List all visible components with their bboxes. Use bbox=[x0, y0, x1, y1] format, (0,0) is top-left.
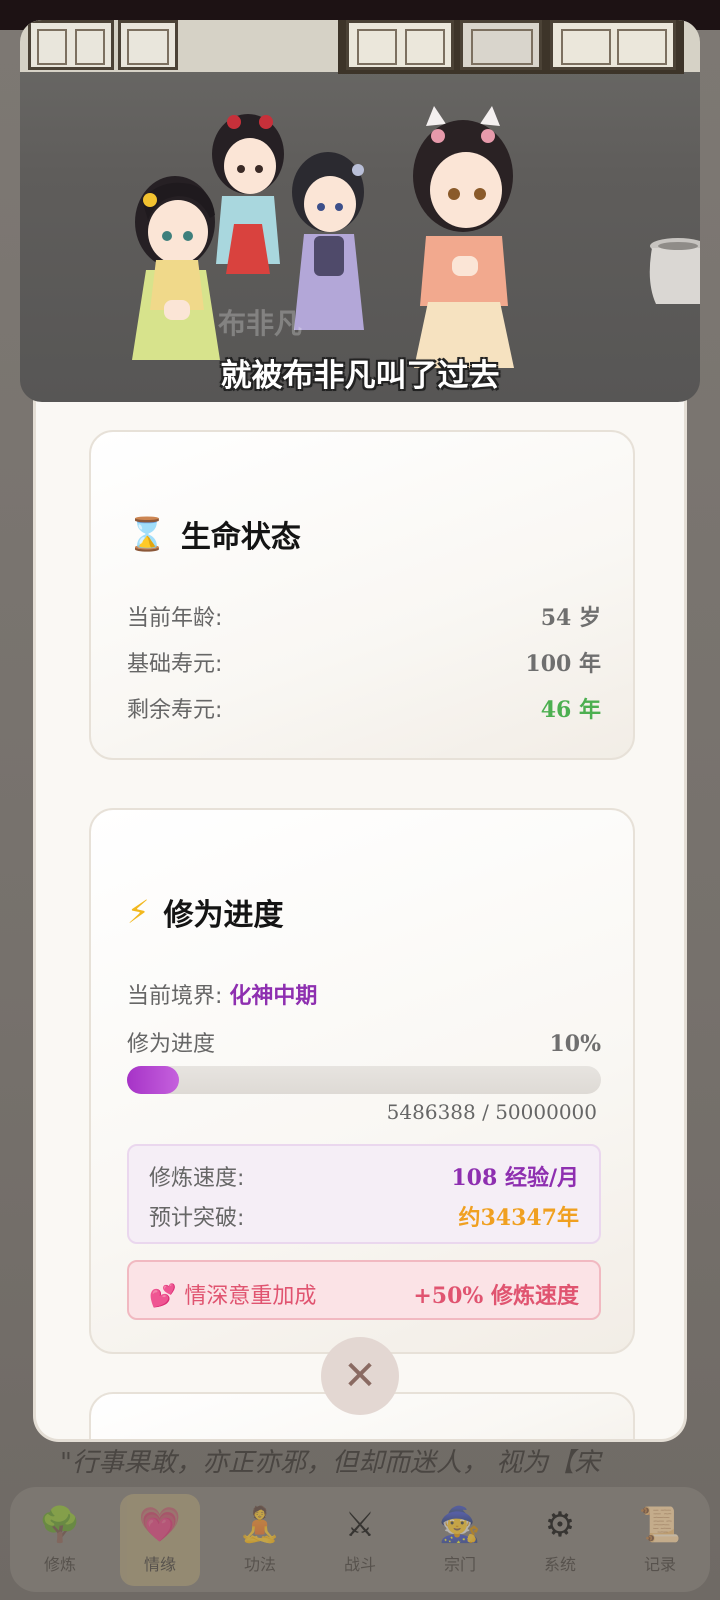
exp-count: 5486388 / 50000000 bbox=[386, 1100, 597, 1124]
base-lifespan-row: 基础寿元: 100 年 bbox=[127, 646, 601, 678]
nav-label: 宗门 bbox=[443, 1554, 476, 1574]
progress-fill bbox=[127, 1066, 179, 1094]
realm-label: 当前境界: bbox=[127, 984, 223, 1009]
video-watermark: 布非凡 bbox=[218, 307, 303, 340]
progress-percent: 10% bbox=[549, 1031, 601, 1057]
remaining-lifespan-row: 剩余寿元: 46 年 bbox=[127, 692, 601, 724]
nav-label: 情缘 bbox=[143, 1554, 176, 1574]
window-decoration bbox=[460, 20, 542, 70]
nav-label: 修炼 bbox=[43, 1554, 76, 1574]
bonus-row: 💕 情深意重加成 +50% 修炼速度 bbox=[149, 1278, 579, 1310]
gear-icon: ⚙ bbox=[544, 1504, 576, 1545]
remaining-lifespan-label: 剩余寿元: bbox=[127, 698, 223, 723]
video-subtitle: 就被布非凡叫了过去 bbox=[220, 358, 500, 394]
scroll-icon: 📜 bbox=[638, 1504, 682, 1545]
bonus-value: +50% 修炼速度 bbox=[413, 1283, 579, 1309]
remaining-lifespan-value: 46 年 bbox=[540, 697, 601, 723]
bottom-navigation: 🌳 修炼 💗 情缘 🧘 功法 ⚔ 战斗 🧙 宗门 ⚙ 系统 📜 记录 bbox=[10, 1487, 710, 1592]
nav-item-battle[interactable]: ⚔ 战斗 bbox=[320, 1494, 400, 1586]
heart-icon: 💗 bbox=[138, 1504, 182, 1545]
nav-label: 系统 bbox=[543, 1554, 576, 1574]
current-age-row: 当前年龄: 54 岁 bbox=[127, 600, 601, 632]
card-title: ⌛ 生命状态 bbox=[127, 512, 301, 556]
current-age-value: 54 岁 bbox=[540, 605, 601, 631]
life-status-title: 生命状态 bbox=[180, 520, 301, 555]
breakthrough-value: 约34347年 bbox=[458, 1205, 579, 1231]
current-age-label: 当前年龄: bbox=[127, 606, 223, 631]
card-title: ⚡ 修为进度 bbox=[127, 890, 283, 934]
progress-label-row: 修为进度 10% bbox=[127, 1026, 601, 1058]
hourglass-icon: ⌛ bbox=[127, 515, 167, 553]
speed-row: 修炼速度: 108 经验/月 bbox=[149, 1160, 579, 1192]
breakthrough-label: 预计突破: bbox=[149, 1206, 245, 1231]
video-player[interactable]: 布非凡 就被布非凡叫了过去 bbox=[20, 20, 700, 402]
window-decoration bbox=[118, 20, 178, 70]
meditate-icon: 🧘 bbox=[238, 1504, 282, 1545]
bonus-box: 💕 情深意重加成 +50% 修炼速度 bbox=[127, 1260, 601, 1320]
cultivation-progress-card: ⚡ 修为进度 当前境界: 化神中期 修为进度 10% 5486388 / 500… bbox=[89, 808, 635, 1354]
close-button[interactable]: ✕ bbox=[321, 1337, 399, 1415]
crossed-swords-icon: ⚔ bbox=[344, 1504, 376, 1545]
tree-icon: 🌳 bbox=[38, 1504, 82, 1545]
window-decoration bbox=[550, 20, 676, 70]
nav-item-skills[interactable]: 🧘 功法 bbox=[220, 1494, 300, 1586]
window-decoration bbox=[346, 20, 454, 70]
wizard-icon: 🧙 bbox=[438, 1504, 482, 1545]
speed-value: 108 经验/月 bbox=[451, 1165, 579, 1191]
nav-item-system[interactable]: ⚙ 系统 bbox=[520, 1494, 600, 1586]
life-status-card: ⌛ 生命状态 当前年龄: 54 岁 基础寿元: 100 年 剩余寿元: 46 年 bbox=[89, 430, 635, 760]
nav-label: 记录 bbox=[643, 1554, 676, 1574]
hearts-icon: 💕 bbox=[149, 1284, 177, 1309]
nav-label: 战斗 bbox=[343, 1554, 376, 1574]
stone-pot bbox=[644, 232, 700, 316]
close-icon: ✕ bbox=[343, 1353, 377, 1399]
nav-item-romance[interactable]: 💗 情缘 bbox=[120, 1493, 200, 1586]
bonus-label: 情深意重加成 bbox=[184, 1284, 317, 1309]
background-story-text: "行事果敢，亦正亦邪，但却而迷人， 视为【宋 bbox=[60, 1448, 601, 1478]
status-modal: ⌛ 生命状态 当前年龄: 54 岁 基础寿元: 100 年 剩余寿元: 46 年… bbox=[33, 392, 687, 1442]
nav-item-sect[interactable]: 🧙 宗门 bbox=[420, 1494, 500, 1586]
realm-row: 当前境界: 化神中期 bbox=[127, 978, 317, 1010]
lightning-icon: ⚡ bbox=[127, 893, 150, 931]
nav-item-records[interactable]: 📜 记录 bbox=[620, 1494, 700, 1586]
base-lifespan-label: 基础寿元: bbox=[127, 652, 223, 677]
cultivation-title: 修为进度 bbox=[163, 898, 284, 933]
cultivation-progress-bar bbox=[127, 1066, 601, 1094]
cultivation-info-box: 修炼速度: 108 经验/月 预计突破: 约34347年 bbox=[127, 1144, 601, 1244]
nav-label: 功法 bbox=[243, 1554, 276, 1574]
nav-item-cultivate[interactable]: 🌳 修炼 bbox=[20, 1494, 100, 1586]
window-decoration bbox=[28, 20, 114, 70]
bonus-label-wrap: 💕 情深意重加成 bbox=[149, 1278, 316, 1310]
base-lifespan-value: 100 年 bbox=[525, 651, 601, 677]
realm-value: 化神中期 bbox=[229, 984, 318, 1009]
speed-label: 修炼速度: bbox=[149, 1166, 245, 1191]
character-peach-dress bbox=[398, 106, 528, 376]
progress-label: 修为进度 bbox=[127, 1032, 216, 1057]
breakthrough-row: 预计突破: 约34347年 bbox=[149, 1200, 579, 1232]
